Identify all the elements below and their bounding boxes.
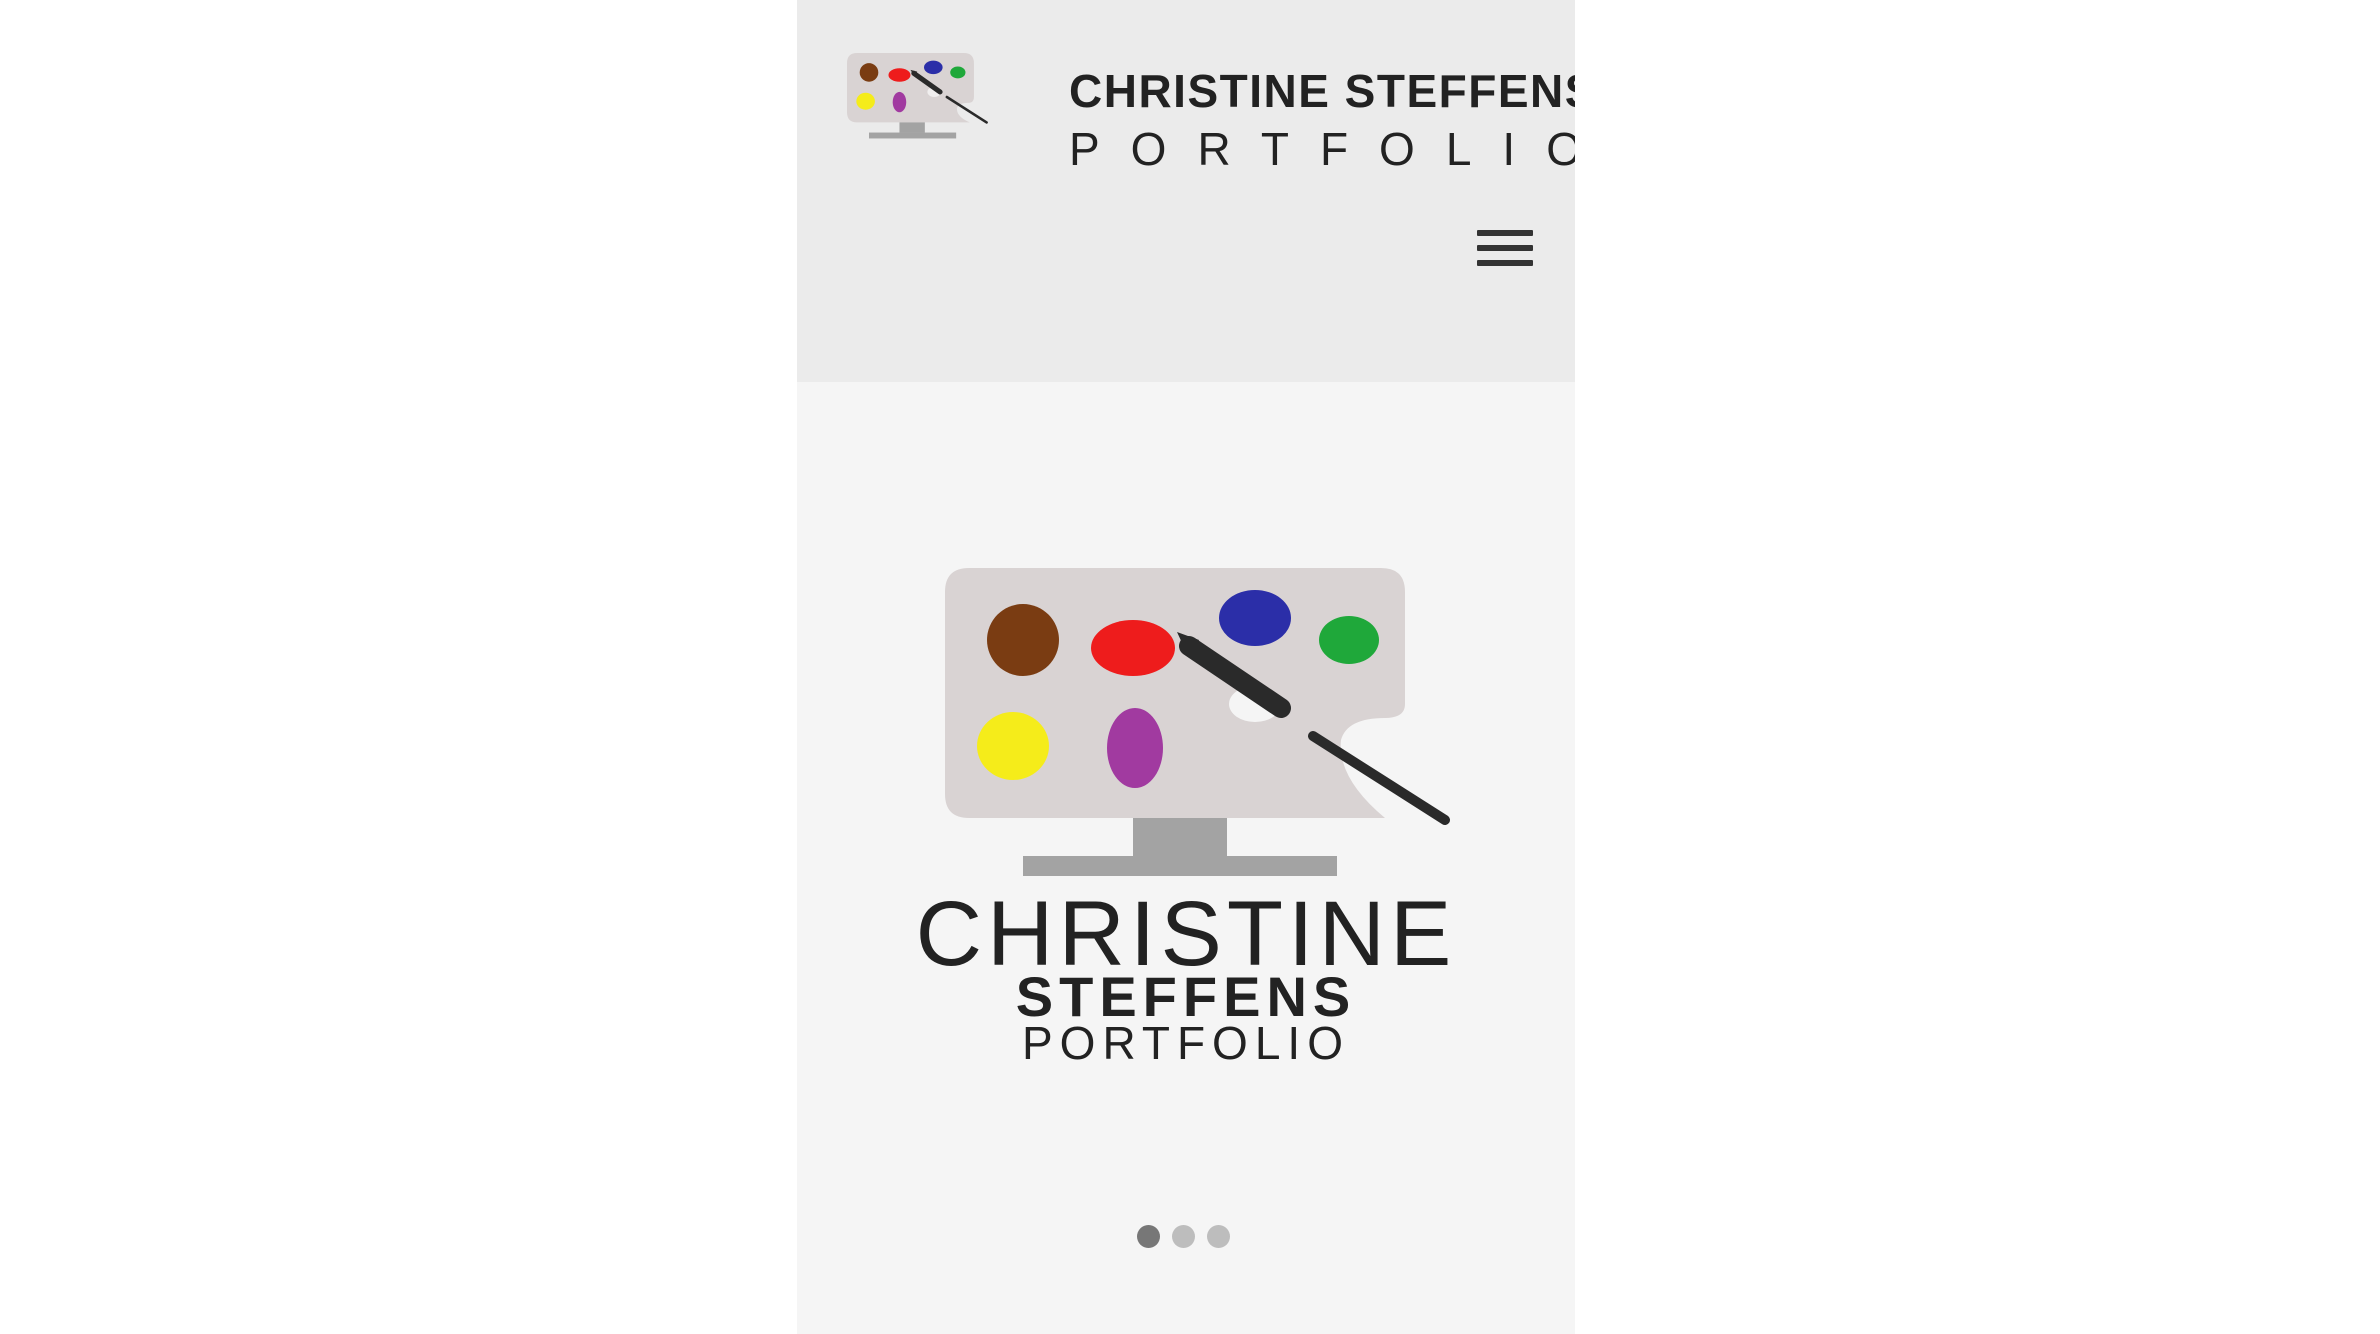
brand-name: CHRISTINE STEFFENS bbox=[1069, 65, 1575, 117]
carousel-dot-1[interactable] bbox=[1137, 1225, 1160, 1248]
hamburger-line bbox=[1477, 260, 1533, 266]
carousel-dot-3[interactable] bbox=[1207, 1225, 1230, 1248]
palette-monitor-logo-icon[interactable] bbox=[847, 48, 1067, 190]
hero-slider: CHRISTINE STEFFENS PORTFOLIO bbox=[797, 382, 1575, 1334]
hamburger-icon[interactable] bbox=[1477, 226, 1533, 272]
hero-subtitle: PORTFOLIO bbox=[1022, 1017, 1350, 1069]
palette-monitor-logo-icon bbox=[945, 568, 1450, 876]
carousel-dot-2[interactable] bbox=[1172, 1225, 1195, 1248]
hamburger-line bbox=[1477, 230, 1533, 236]
mobile-viewport: CHRISTINE STEFFENS PORTFOLIO CHRISTINE S… bbox=[797, 0, 1575, 1334]
carousel-pagination bbox=[1137, 1225, 1230, 1249]
site-header: CHRISTINE STEFFENS PORTFOLIO bbox=[797, 0, 1575, 382]
hamburger-line bbox=[1477, 245, 1533, 251]
brand-subtitle: PORTFOLIO bbox=[1069, 123, 1575, 175]
